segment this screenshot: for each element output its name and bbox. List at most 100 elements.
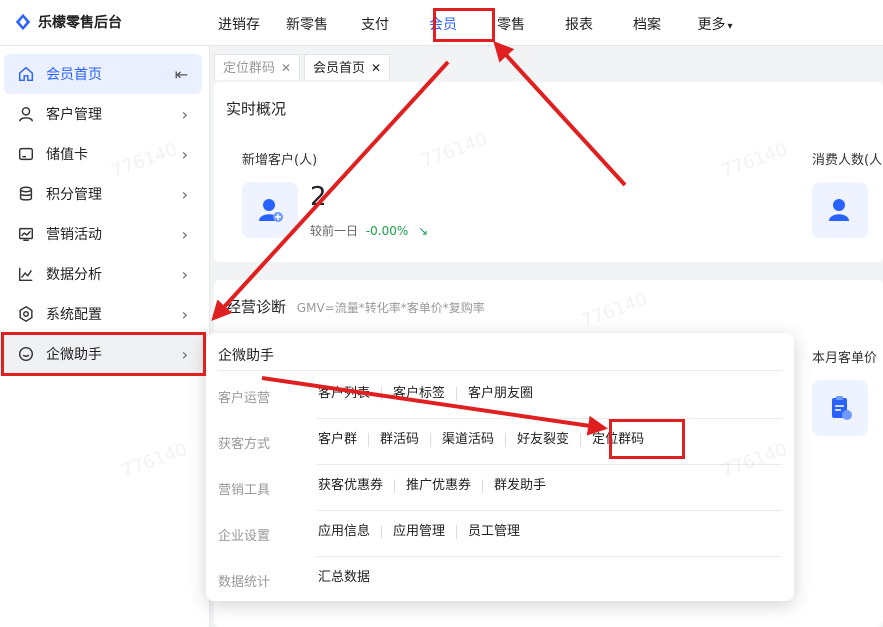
link-summary-data[interactable]: 汇总数据 <box>318 571 381 585</box>
sidebar-item-member-home[interactable]: 会员首页 ⇤ <box>4 54 202 94</box>
row-links: 客户列表 客户标签 客户朋友圈 <box>318 387 544 401</box>
clipboard-icon <box>832 396 852 420</box>
sidebar-item-label: 积分管理 <box>46 187 102 203</box>
link-channel-live-code[interactable]: 渠道活码 <box>430 433 505 447</box>
top-nav: 进销存 新零售 支付 会员 零售 报表 档案 更多 <box>205 0 749 46</box>
panel-title: 企微助手 <box>218 348 274 364</box>
nav-xinlingshou[interactable]: 新零售 <box>273 0 341 46</box>
chevron-right-icon: › <box>181 304 188 324</box>
sidebar-item-label: 客户管理 <box>46 107 102 123</box>
monthly-avg-label: 本月客单价 <box>812 351 878 366</box>
nav-more[interactable]: 更多 <box>681 0 749 46</box>
row-links: 获客优惠券 推广优惠券 群发助手 <box>318 479 557 493</box>
link-promotion-coupon[interactable]: 推广优惠券 <box>394 479 482 493</box>
database-icon <box>16 184 36 204</box>
sidebar-item-system-config[interactable]: 系统配置 › <box>0 294 208 334</box>
sidebar-item-label: 系统配置 <box>46 307 102 323</box>
brand-name: 乐檬零售后台 <box>38 15 122 31</box>
link-customer-moments[interactable]: 客户朋友圈 <box>456 387 544 401</box>
users-icon <box>829 199 849 221</box>
row-links: 应用信息 应用管理 员工管理 <box>318 525 531 539</box>
close-icon[interactable]: ✕ <box>281 61 291 75</box>
compare-label: 较前一日 <box>310 224 359 238</box>
consumers-avatar <box>812 182 868 238</box>
nav-lingshou[interactable]: 零售 <box>477 0 545 46</box>
diagnosis-formula: GMV=流量*转化率*客单价*复购率 <box>296 301 485 315</box>
sidebar-item-label: 储值卡 <box>46 147 88 163</box>
sidebar-item-marketing[interactable]: 营销活动 › <box>0 214 208 254</box>
link-customer-list[interactable]: 客户列表 <box>318 387 381 401</box>
new-customers-label: 新增客户(人) <box>242 153 318 168</box>
sidebar-item-wecom-assistant[interactable]: 企微助手 › <box>0 334 208 374</box>
sidebar-item-label: 企微助手 <box>46 347 102 363</box>
chevron-right-icon: › <box>181 144 188 164</box>
link-mass-message[interactable]: 群发助手 <box>482 479 557 493</box>
chevron-right-icon: › <box>181 104 188 124</box>
link-friend-fission[interactable]: 好友裂变 <box>505 433 580 447</box>
link-customer-group[interactable]: 客户群 <box>318 433 368 447</box>
diagnosis-title: 经营诊断 GMV=流量*转化率*客单价*复购率 <box>226 296 485 317</box>
link-location-group-code[interactable]: 定位群码 <box>580 433 655 447</box>
row-label: 企业设置 <box>218 529 271 544</box>
chevron-right-icon: › <box>181 264 188 284</box>
line-chart-icon <box>16 264 36 284</box>
chevron-right-icon: › <box>181 224 188 244</box>
panel-row-customer-ops: 客户运营 客户列表 客户标签 客户朋友圈 <box>206 373 794 419</box>
row-links: 汇总数据 <box>318 571 381 585</box>
chat-bubble-icon <box>16 344 36 364</box>
collapse-left-icon[interactable]: ⇤ <box>175 65 188 84</box>
link-group-live-code[interactable]: 群活码 <box>368 433 430 447</box>
top-bar: 乐檬零售后台 进销存 新零售 支付 会员 零售 报表 档案 更多 <box>0 0 883 46</box>
sidebar-item-points[interactable]: 积分管理 › <box>0 174 208 214</box>
monthly-avg-avatar <box>812 380 868 436</box>
close-icon[interactable]: ✕ <box>371 61 381 75</box>
panel-row-enterprise-settings: 企业设置 应用信息 应用管理 员工管理 <box>206 511 794 557</box>
sidebar-item-analytics[interactable]: 数据分析 › <box>0 254 208 294</box>
tab-label: 会员首页 <box>313 61 366 76</box>
compare-value: -0.00% <box>365 224 409 238</box>
user-add-icon <box>259 199 283 222</box>
tab-label: 定位群码 <box>223 61 276 76</box>
nav-jinxiaocun[interactable]: 进销存 <box>205 0 273 46</box>
link-customer-tags[interactable]: 客户标签 <box>381 387 456 401</box>
home-icon <box>16 64 36 84</box>
sidebar-item-label: 数据分析 <box>46 267 102 283</box>
tab-member-home[interactable]: 会员首页 ✕ <box>304 54 391 80</box>
consumers-label: 消费人数(人 <box>812 153 883 168</box>
nav-dangan[interactable]: 档案 <box>613 0 681 46</box>
brand[interactable]: 乐檬零售后台 <box>14 12 122 32</box>
link-staff-management[interactable]: 员工管理 <box>456 525 531 539</box>
row-links: 客户群 群活码 渠道活码 好友裂变 定位群码 <box>318 433 655 447</box>
sidebar-item-customers[interactable]: 客户管理 › <box>0 94 208 134</box>
row-label: 客户运营 <box>218 391 271 406</box>
sidebar-item-stored-card[interactable]: 储值卡 › <box>0 134 208 174</box>
overview-title: 实时概况 <box>226 100 287 118</box>
tab-location-group-code[interactable]: 定位群码 ✕ <box>214 54 301 80</box>
row-label: 获客方式 <box>218 437 271 452</box>
overview-card: 实时概况 新增客户(人) 2 较前一日 -0.00% ↘ 消费人数(人 <box>214 82 883 262</box>
panel-divider <box>218 370 782 371</box>
tab-row: 定位群码 ✕ 会员首页 ✕ <box>210 46 883 82</box>
sidebar: 会员首页 ⇤ 客户管理 › 储值卡 › 积分管理 › 营销活动 › 数据分析 ›… <box>0 46 210 627</box>
gear-icon <box>16 304 36 324</box>
new-customer-avatar <box>242 182 298 238</box>
compare-row: 较前一日 -0.00% ↘ <box>310 222 428 239</box>
link-app-management[interactable]: 应用管理 <box>381 525 456 539</box>
sidebar-item-label: 会员首页 <box>46 67 102 83</box>
brand-logo-icon <box>15 13 31 31</box>
link-app-info[interactable]: 应用信息 <box>318 525 381 539</box>
chevron-right-icon: › <box>181 344 188 364</box>
user-icon <box>16 104 36 124</box>
nav-baobiao[interactable]: 报表 <box>545 0 613 46</box>
diagnosis-title-text: 经营诊断 <box>226 298 287 316</box>
trend-down-icon: ↘ <box>418 224 429 238</box>
sidebar-item-label: 营销活动 <box>46 227 102 243</box>
panel-row-marketing-tools: 营销工具 获客优惠券 推广优惠券 群发助手 <box>206 465 794 511</box>
nav-huiyuan[interactable]: 会员 <box>409 0 477 46</box>
new-customers-value: 2 <box>310 182 327 212</box>
chevron-right-icon: › <box>181 184 188 204</box>
row-label: 营销工具 <box>218 483 271 498</box>
nav-zhifu[interactable]: 支付 <box>341 0 409 46</box>
link-acquisition-coupon[interactable]: 获客优惠券 <box>318 479 394 493</box>
card-icon <box>16 144 36 164</box>
